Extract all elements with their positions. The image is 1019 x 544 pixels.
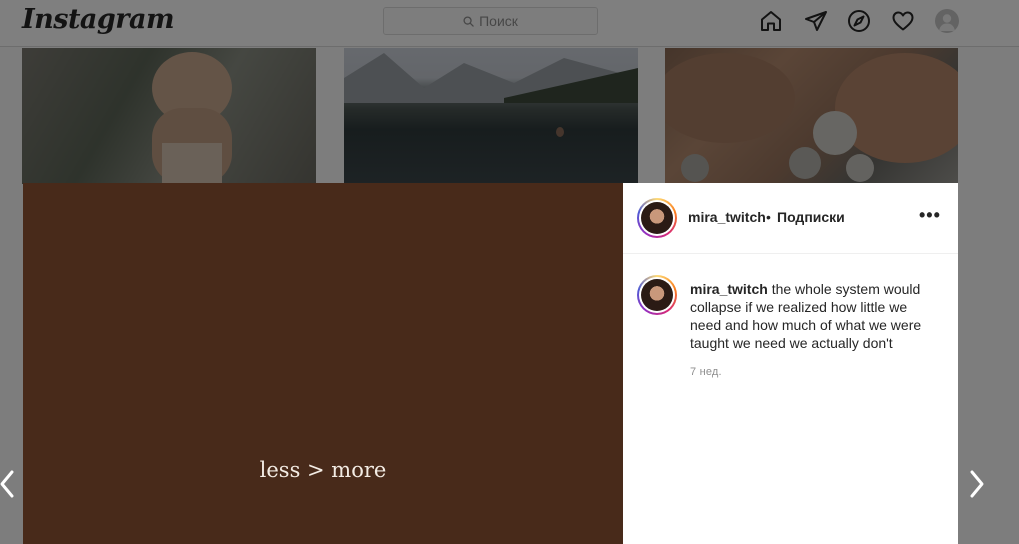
caption-username[interactable]: mira_twitch (690, 281, 768, 297)
post-caption: mira_twitch the whole system would colla… (690, 280, 940, 352)
post-time[interactable]: 7 нед. (690, 366, 722, 378)
post-header: mira_twitch • Подписки ••• (623, 183, 958, 254)
more-options-button[interactable]: ••• (919, 205, 941, 226)
author-avatar[interactable] (637, 198, 677, 238)
post-details-panel: mira_twitch • Подписки ••• mira_twitch t… (623, 183, 958, 544)
post-media[interactable]: less > more (23, 183, 623, 544)
author-username[interactable]: mira_twitch (688, 209, 766, 225)
previous-post-arrow-icon[interactable] (0, 467, 18, 501)
header-separator: • (766, 209, 771, 225)
comment-author-avatar[interactable] (637, 275, 677, 315)
following-button[interactable]: Подписки (777, 209, 845, 225)
post-media-text: less > more (259, 458, 387, 482)
next-post-arrow-icon[interactable] (966, 467, 990, 501)
